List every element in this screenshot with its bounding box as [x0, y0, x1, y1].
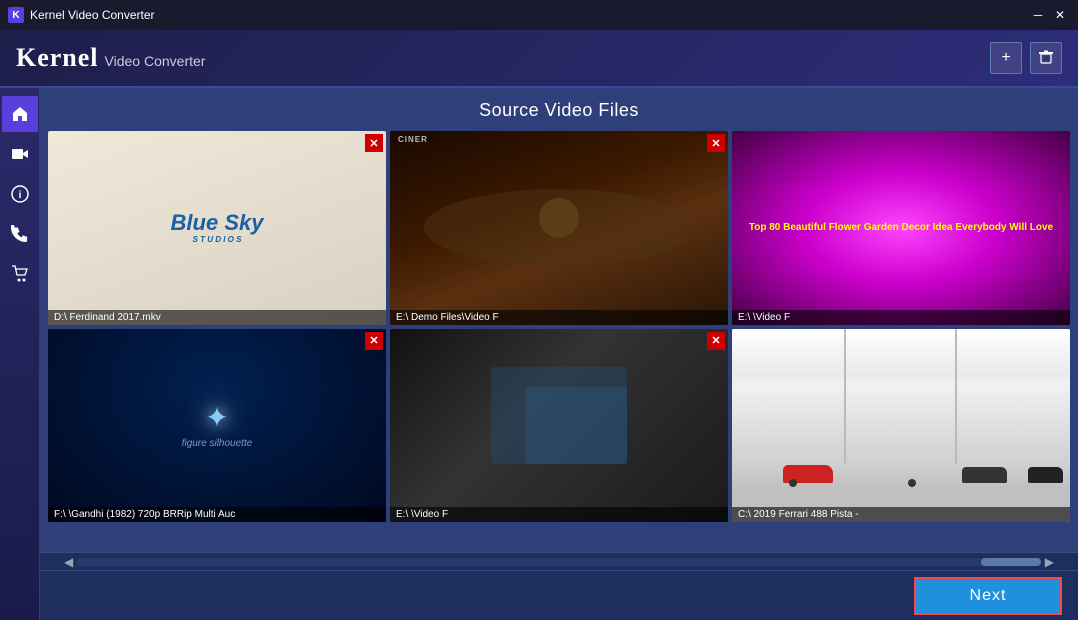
sidebar: i [0, 88, 40, 620]
scroll-right-btn[interactable]: ▶ [1041, 555, 1058, 569]
scrollbar-area: ◀ ▶ [40, 552, 1078, 570]
video-close-btn-5[interactable]: ✕ [707, 332, 725, 350]
logo-kernel: Kernel [16, 43, 99, 73]
video-close-btn-4[interactable]: ✕ [365, 332, 383, 350]
sidebar-item-home[interactable] [2, 96, 38, 132]
thumbnail-6 [732, 329, 1070, 523]
video-label-4: F:\ \Gandhi (1982) 720p BRRip Multi Auc [48, 507, 386, 522]
svg-text:i: i [18, 190, 21, 201]
thumbnail-4: ✦ figure silhouette [48, 329, 386, 523]
video-card-1[interactable]: Blue Sky S T U D I O S ✕ D:\ Ferdinand 2… [48, 131, 386, 325]
next-button[interactable]: Next [914, 577, 1062, 615]
app-logo: Kernel Video Converter [16, 43, 205, 73]
video-label-2: E:\ Demo Files\Video F [390, 310, 728, 325]
thumbnail-5 [390, 329, 728, 523]
add-file-button[interactable]: + [990, 42, 1022, 74]
video-label-6: C:\ 2019 Ferrari 488 Pista - [732, 507, 1070, 522]
app-header: Kernel Video Converter + [0, 30, 1078, 88]
title-bar: K Kernel Video Converter ─ ✕ [0, 0, 1078, 30]
minimize-button[interactable]: ─ [1028, 5, 1048, 25]
video-grid-wrapper: Blue Sky S T U D I O S ✕ D:\ Ferdinand 2… [40, 131, 1078, 522]
flower-text: Top 80 Beautiful Flower Garden Decor Ide… [749, 221, 1053, 234]
thumbnail-2: CINER [390, 131, 728, 325]
bluesky-logo: Blue Sky S T U D I O S [171, 211, 264, 244]
video-label-1: D:\ Ferdinand 2017.mkv [48, 310, 386, 325]
sidebar-item-video[interactable] [2, 136, 38, 172]
video-card-3[interactable]: Top 80 Beautiful Flower Garden Decor Ide… [732, 131, 1070, 325]
footer: Next [40, 570, 1078, 620]
thumbnail-1: Blue Sky S T U D I O S [48, 131, 386, 325]
close-button[interactable]: ✕ [1050, 5, 1070, 25]
title-bar-title: Kernel Video Converter [30, 8, 155, 22]
sidebar-item-info[interactable]: i [2, 176, 38, 212]
title-bar-left: K Kernel Video Converter [8, 7, 155, 23]
scrollbar-track[interactable] [77, 558, 1041, 566]
app-icon: K [8, 7, 24, 23]
scrollbar-thumb[interactable] [981, 558, 1041, 566]
sidebar-item-cart[interactable] [2, 256, 38, 292]
delete-file-button[interactable] [1030, 42, 1062, 74]
thumbnail-3: Top 80 Beautiful Flower Garden Decor Ide… [732, 131, 1070, 325]
video-close-btn-1[interactable]: ✕ [365, 134, 383, 152]
main-content: i Source Video Files [0, 88, 1078, 620]
header-actions: + [990, 42, 1062, 74]
scroll-left-btn[interactable]: ◀ [60, 555, 77, 569]
video-grid: Blue Sky S T U D I O S ✕ D:\ Ferdinand 2… [48, 131, 1070, 522]
video-label-5: E:\ \Video F [390, 507, 728, 522]
logo-subtitle: Video Converter [105, 53, 206, 69]
video-card-6[interactable]: C:\ 2019 Ferrari 488 Pista - [732, 329, 1070, 523]
video-label-3: E:\ \Video F [732, 310, 1070, 325]
right-panel: Source Video Files Blue Sky S T U D I O … [40, 88, 1078, 620]
empty-area [40, 522, 1078, 552]
title-bar-controls: ─ ✕ [1028, 5, 1070, 25]
video-card-5[interactable]: ✕ E:\ \Video F [390, 329, 728, 523]
section-title: Source Video Files [40, 88, 1078, 131]
sidebar-item-phone[interactable] [2, 216, 38, 252]
video-card-2[interactable]: CINER ✕ E:\ Demo Files\Video F [390, 131, 728, 325]
video-card-4[interactable]: ✦ figure silhouette ✕ F:\ \Gandhi (1982)… [48, 329, 386, 523]
video-close-btn-2[interactable]: ✕ [707, 134, 725, 152]
